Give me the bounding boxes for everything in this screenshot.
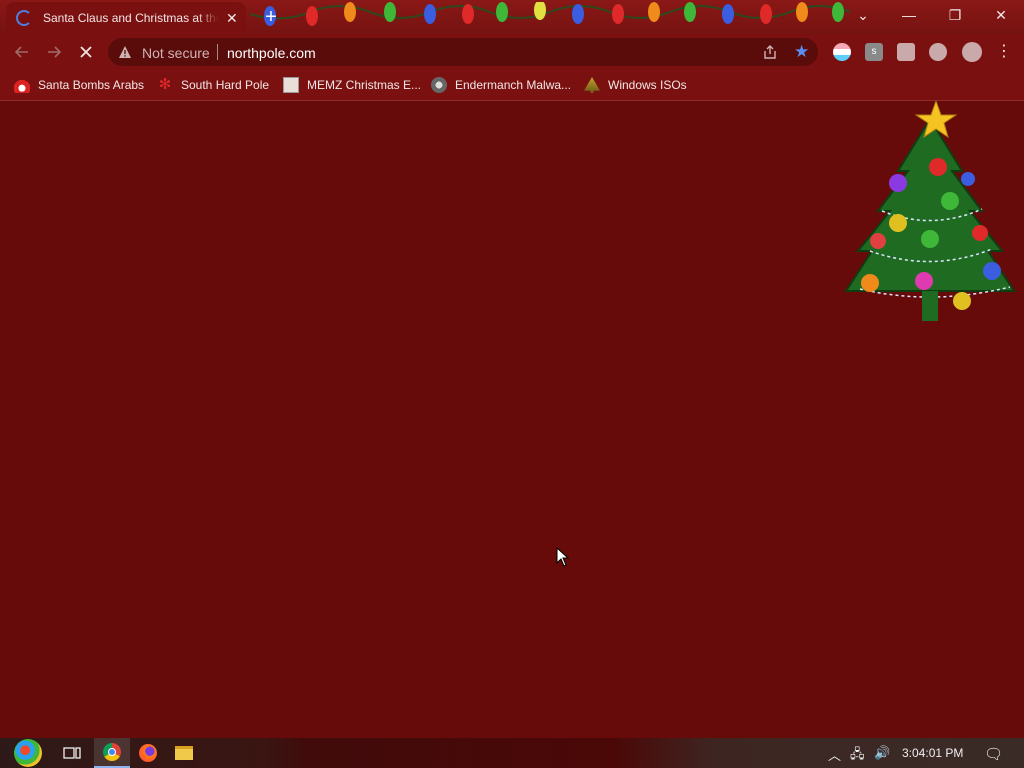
reading-list-icon[interactable]: [929, 43, 947, 61]
extension-s-icon[interactable]: s: [865, 43, 883, 61]
firefox-icon: [139, 744, 157, 762]
chevron-down-icon: ⌄: [857, 6, 869, 23]
tab-title: Santa Claus and Christmas at the North P…: [43, 11, 218, 25]
stop-loading-button[interactable]: [74, 40, 98, 64]
bookmarks-bar: Santa Bombs Arabs ✻ South Hard Pole MEMZ…: [0, 70, 1024, 101]
minimize-icon: —: [902, 7, 916, 23]
divider: [217, 44, 218, 60]
address-bar[interactable]: Not secure northpole.com ★: [108, 38, 818, 66]
network-icon[interactable]: 🖧: [850, 745, 865, 767]
profile-avatar[interactable]: [962, 42, 982, 62]
volume-icon[interactable]: 🔊: [874, 745, 890, 761]
loading-spinner-icon: [16, 10, 32, 26]
tab-close-icon[interactable]: ✕: [226, 10, 238, 27]
christmas-tree-image: [844, 101, 1016, 321]
task-view-icon: [63, 747, 81, 759]
bookmark-star-icon[interactable]: ★: [794, 42, 809, 62]
taskbar-chrome-button[interactable]: [94, 738, 130, 768]
bookmark-item[interactable]: Windows ISOs: [584, 76, 687, 94]
minimize-button[interactable]: —: [886, 0, 932, 30]
forward-arrow-icon: [48, 46, 62, 58]
close-icon: ✕: [995, 6, 1007, 23]
windows-start-orb-icon: [14, 739, 42, 767]
share-icon[interactable]: [762, 44, 778, 60]
mouse-cursor-icon: [556, 547, 570, 567]
bookmark-label: Santa Bombs Arabs: [38, 78, 145, 92]
page-icon: [283, 77, 299, 93]
system-clock[interactable]: 3:04:01 PM: [902, 746, 963, 760]
tab-active[interactable]: Santa Claus and Christmas at the North P…: [6, 2, 246, 34]
task-view-button[interactable]: [54, 738, 90, 768]
restore-icon: ❐: [948, 6, 962, 23]
bookmark-label: Windows ISOs: [608, 78, 687, 92]
restore-button[interactable]: ❐: [932, 0, 978, 30]
url-text[interactable]: northpole.com: [227, 45, 316, 61]
raccoon-icon: [431, 77, 447, 93]
start-button[interactable]: [8, 738, 48, 768]
action-center-icon[interactable]: 🗨: [984, 745, 1003, 763]
folder-icon: [175, 746, 193, 760]
chrome-icon: [103, 743, 121, 761]
bookmark-label: South Hard Pole: [181, 78, 270, 92]
taskbar-file-explorer-button[interactable]: [166, 738, 202, 768]
santa-icon: [14, 77, 30, 93]
close-window-button[interactable]: ✕: [978, 0, 1024, 30]
bookmark-label: Endermanch Malwa...: [455, 78, 572, 92]
bookmark-item[interactable]: Santa Bombs Arabs: [14, 76, 144, 94]
close-icon: [80, 46, 92, 58]
extension-flag-icon[interactable]: [833, 43, 851, 61]
bookmark-item[interactable]: ✻ South Hard Pole: [157, 76, 269, 94]
security-status-label[interactable]: Not secure: [142, 45, 210, 61]
taskbar-firefox-button[interactable]: [130, 738, 166, 768]
extensions-puzzle-icon[interactable]: [897, 43, 915, 61]
christmas-lights-decoration: [250, 2, 850, 26]
browser-toolbar: Not secure northpole.com ★ s ⋮: [0, 34, 1024, 70]
taskbar: ︿ 🖧 🔊 3:04:01 PM 🗨: [0, 738, 1024, 768]
bookmark-label: MEMZ Christmas E...: [307, 78, 422, 92]
snowflake-icon: ✻: [158, 76, 172, 93]
more-menu-icon[interactable]: ⋮: [996, 42, 1012, 62]
new-tab-button[interactable]: +: [260, 6, 282, 28]
page-content: [0, 101, 1024, 738]
desktop-screen: Santa Claus and Christmas at the North P…: [0, 0, 1024, 768]
warning-icon[interactable]: [118, 45, 132, 59]
forward-button[interactable]: [42, 40, 66, 64]
bookmark-item[interactable]: Endermanch Malwa...: [431, 76, 571, 94]
tree-icon: [584, 77, 600, 93]
back-button[interactable]: [10, 40, 34, 64]
back-arrow-icon: [14, 46, 28, 58]
bookmark-item[interactable]: MEMZ Christmas E...: [283, 76, 421, 94]
tab-strip: Santa Claus and Christmas at the North P…: [0, 0, 1024, 34]
show-hidden-icons-chevron-icon[interactable]: ︿: [828, 745, 841, 764]
tab-search-button[interactable]: ⌄: [840, 0, 886, 30]
